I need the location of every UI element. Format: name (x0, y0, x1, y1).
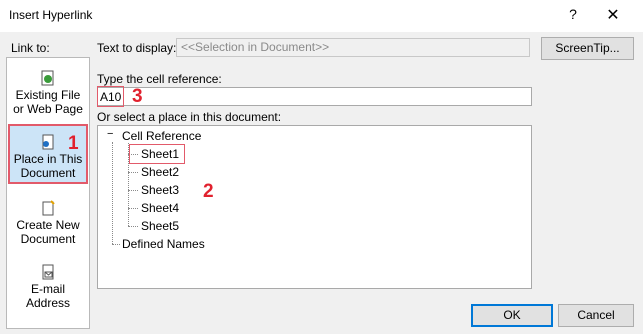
cell-reference-label: Type the cell reference: (97, 72, 222, 86)
link-to-panel: Existing File or Web Page Place in This … (6, 57, 90, 329)
new-document-icon (40, 200, 56, 216)
tree-node-sheet[interactable]: Sheet4 (141, 201, 179, 215)
link-create-new-document-label: Create New Document (16, 218, 80, 246)
tree-connector (112, 142, 113, 244)
globe-document-icon (40, 70, 56, 86)
tree-node-sheet[interactable]: Sheet2 (141, 165, 179, 179)
place-tree[interactable]: − Cell Reference Sheet1 Sheet2 Sheet3 Sh… (97, 125, 532, 289)
tree-connector (128, 190, 138, 191)
help-button[interactable]: ? (566, 6, 580, 24)
annotation-3: 3 (132, 86, 143, 107)
cell-reference-input[interactable] (97, 87, 532, 106)
tree-connector (112, 244, 120, 245)
tree-node-sheet[interactable]: Sheet3 (141, 183, 179, 197)
link-create-new-document[interactable]: Create New Document (9, 200, 87, 250)
link-email-address-label: E-mail Address (25, 282, 71, 310)
link-existing-file[interactable]: Existing File or Web Page (9, 70, 87, 120)
tree-connector (128, 208, 138, 209)
link-email-address[interactable]: E-mail Address (9, 264, 87, 314)
screentip-button[interactable]: ScreenTip... (541, 37, 634, 60)
tree-node-sheet[interactable]: Sheet1 (141, 147, 179, 161)
tree-connector (128, 226, 138, 227)
tree-node-sheet[interactable]: Sheet5 (141, 219, 179, 233)
text-to-display-field[interactable]: <<Selection in Document>> (176, 38, 530, 57)
document-place-icon (40, 134, 56, 150)
link-to-label: Link to: (11, 41, 50, 55)
window-title: Insert Hyperlink (9, 8, 93, 22)
tree-node-defined-names[interactable]: Defined Names (122, 237, 205, 251)
tree-collapse-toggle[interactable]: − (107, 128, 113, 140)
close-button[interactable]: ✕ (606, 5, 620, 24)
place-select-label: Or select a place in this document: (97, 110, 282, 124)
title-bar: Insert Hyperlink ? ✕ (0, 0, 643, 32)
link-place-in-document-label: Place in This Document (13, 152, 83, 180)
link-existing-file-label: Existing File or Web Page (13, 88, 83, 116)
annotation-1: 1 (68, 133, 79, 154)
tree-node-cell-reference[interactable]: Cell Reference (122, 129, 201, 143)
email-icon (40, 264, 56, 280)
annotation-2: 2 (203, 181, 214, 202)
cell-reference-value: A10 (100, 90, 122, 104)
ok-button[interactable]: OK (471, 304, 553, 327)
tree-connector (128, 172, 138, 173)
text-to-display-label: Text to display: (97, 41, 177, 55)
cancel-button[interactable]: Cancel (558, 304, 634, 327)
